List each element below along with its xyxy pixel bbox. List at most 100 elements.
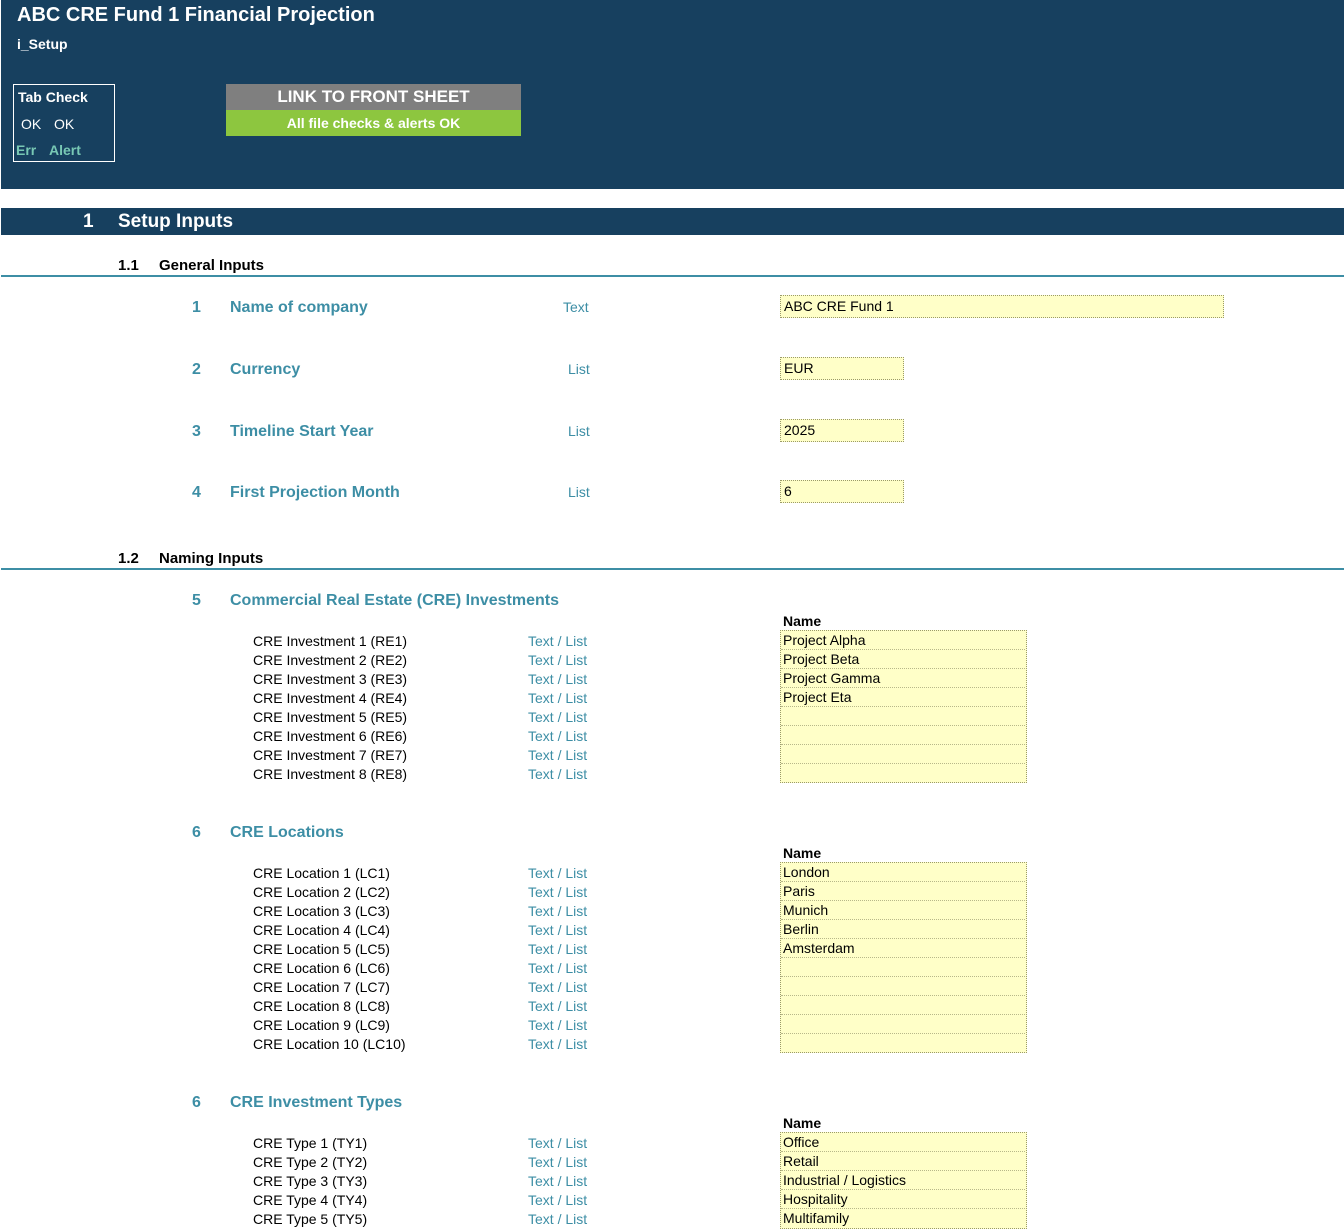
row-type: Text / List	[528, 1154, 588, 1170]
name-cell[interactable]	[781, 996, 1025, 1015]
tab-check-err: Err	[16, 142, 37, 158]
link-to-front-sheet-button[interactable]: LINK TO FRONT SHEET	[226, 84, 521, 110]
section-number: 1	[83, 211, 94, 232]
first-month-select[interactable]: 6	[780, 480, 904, 503]
row-type: Text / List	[528, 671, 588, 687]
name-cell[interactable]	[781, 1034, 1025, 1053]
row-label: CRE Investment 1 (RE1)	[253, 633, 408, 649]
row-type: Text / List	[528, 903, 588, 919]
subsection-title: Naming Inputs	[159, 550, 264, 567]
name-cell[interactable]	[781, 726, 1025, 745]
name-cell[interactable]	[781, 745, 1025, 764]
row-label: CRE Location 4 (LC4)	[253, 922, 390, 938]
item-number: 4	[192, 484, 201, 501]
group-number: 6	[192, 824, 201, 841]
row-label: CRE Type 2 (TY2)	[253, 1154, 368, 1170]
name-cell[interactable]: Munich	[781, 901, 1025, 920]
tab-check-alert: Alert	[49, 142, 81, 158]
row-type: Text / List	[528, 747, 588, 763]
row-label: CRE Type 3 (TY3)	[253, 1173, 368, 1189]
row-label: CRE Location 5 (LC5)	[253, 941, 390, 957]
name-cell[interactable]: Retail	[781, 1152, 1025, 1171]
row-label: CRE Location 9 (LC9)	[253, 1017, 390, 1033]
name-cell[interactable]: London	[781, 863, 1025, 882]
company-name-input[interactable]: ABC CRE Fund 1	[780, 295, 1224, 318]
investment-name-grid: Project Alpha Project Beta Project Gamma…	[780, 630, 1027, 783]
item-label: Timeline Start Year	[230, 423, 374, 440]
name-cell[interactable]: Industrial / Logistics	[781, 1171, 1025, 1190]
name-cell[interactable]	[781, 764, 1025, 783]
group-number: 5	[192, 592, 201, 609]
section-title: Setup Inputs	[118, 211, 234, 232]
subsection-divider	[1, 275, 1344, 277]
item-type: List	[568, 423, 590, 439]
row-type: Text / List	[528, 960, 588, 976]
group-title: CRE Locations	[230, 824, 344, 841]
row-type: Text / List	[528, 1135, 588, 1151]
name-cell[interactable]: Amsterdam	[781, 939, 1025, 958]
subsection-number: 1.1	[118, 257, 139, 274]
name-column-header: Name	[783, 613, 822, 629]
row-label: CRE Investment 3 (RE3)	[253, 671, 408, 687]
header-banner	[1, 0, 1344, 189]
name-cell[interactable]: Project Beta	[781, 650, 1025, 669]
row-type: Text / List	[528, 998, 588, 1014]
row-label: CRE Investment 2 (RE2)	[253, 652, 408, 668]
row-type: Text / List	[528, 979, 588, 995]
row-label: CRE Location 1 (LC1)	[253, 865, 390, 881]
row-label: CRE Location 10 (LC10)	[253, 1036, 406, 1052]
subsection-number: 1.2	[118, 550, 139, 567]
tab-check-label: Tab Check	[18, 89, 88, 105]
subsection-title: General Inputs	[159, 257, 265, 274]
row-type: Text / List	[528, 884, 588, 900]
name-cell[interactable]	[781, 1015, 1025, 1034]
row-label: CRE Location 3 (LC3)	[253, 903, 390, 919]
row-type: Text / List	[528, 1192, 588, 1208]
name-cell[interactable]: Project Alpha	[781, 631, 1025, 650]
row-label: CRE Location 8 (LC8)	[253, 998, 390, 1014]
row-type: Text / List	[528, 922, 588, 938]
row-type: Text / List	[528, 728, 588, 744]
currency-select[interactable]: EUR	[780, 357, 904, 380]
row-type: Text / List	[528, 1017, 588, 1033]
item-type: Text	[563, 299, 589, 315]
item-number: 3	[192, 423, 201, 440]
row-type: Text / List	[528, 865, 588, 881]
name-cell[interactable]	[781, 958, 1025, 977]
sheet-name: i_Setup	[17, 36, 68, 52]
row-type: Text / List	[528, 1036, 588, 1052]
name-column-header: Name	[783, 845, 822, 861]
location-name-grid: London Paris Munich Berlin Amsterdam	[780, 862, 1027, 1053]
name-cell[interactable]	[781, 707, 1025, 726]
name-column-header: Name	[783, 1115, 822, 1131]
page-title: ABC CRE Fund 1 Financial Projection	[17, 4, 375, 26]
row-label: CRE Type 5 (TY5)	[253, 1211, 368, 1227]
name-cell[interactable]: Hospitality	[781, 1190, 1025, 1209]
item-label: First Projection Month	[230, 484, 400, 501]
start-year-select[interactable]: 2025	[780, 419, 904, 442]
name-cell[interactable]: Paris	[781, 882, 1025, 901]
name-cell[interactable]: Project Gamma	[781, 669, 1025, 688]
row-label: CRE Type 1 (TY1)	[253, 1135, 368, 1151]
name-cell[interactable]: Multifamily	[781, 1209, 1025, 1228]
row-type: Text / List	[528, 709, 588, 725]
row-type: Text / List	[528, 690, 588, 706]
row-type: Text / List	[528, 1173, 588, 1189]
name-cell[interactable]: Berlin	[781, 920, 1025, 939]
name-cell[interactable]: Project Eta	[781, 688, 1025, 707]
row-label: CRE Investment 4 (RE4)	[253, 690, 408, 706]
type-name-grid: Office Retail Industrial / Logistics Hos…	[780, 1132, 1027, 1229]
checks-status-banner: All file checks & alerts OK	[226, 110, 521, 136]
tab-check-ok-1: OK	[21, 116, 42, 132]
item-type: List	[568, 361, 590, 377]
row-label: CRE Investment 6 (RE6)	[253, 728, 408, 744]
item-number: 1	[192, 299, 201, 316]
row-label: CRE Investment 5 (RE5)	[253, 709, 408, 725]
name-cell[interactable]: Office	[781, 1133, 1025, 1152]
row-type: Text / List	[528, 633, 588, 649]
item-label: Name of company	[230, 299, 368, 316]
row-label: CRE Location 6 (LC6)	[253, 960, 390, 976]
row-type: Text / List	[528, 941, 588, 957]
group-number: 6	[192, 1094, 201, 1111]
name-cell[interactable]	[781, 977, 1025, 996]
